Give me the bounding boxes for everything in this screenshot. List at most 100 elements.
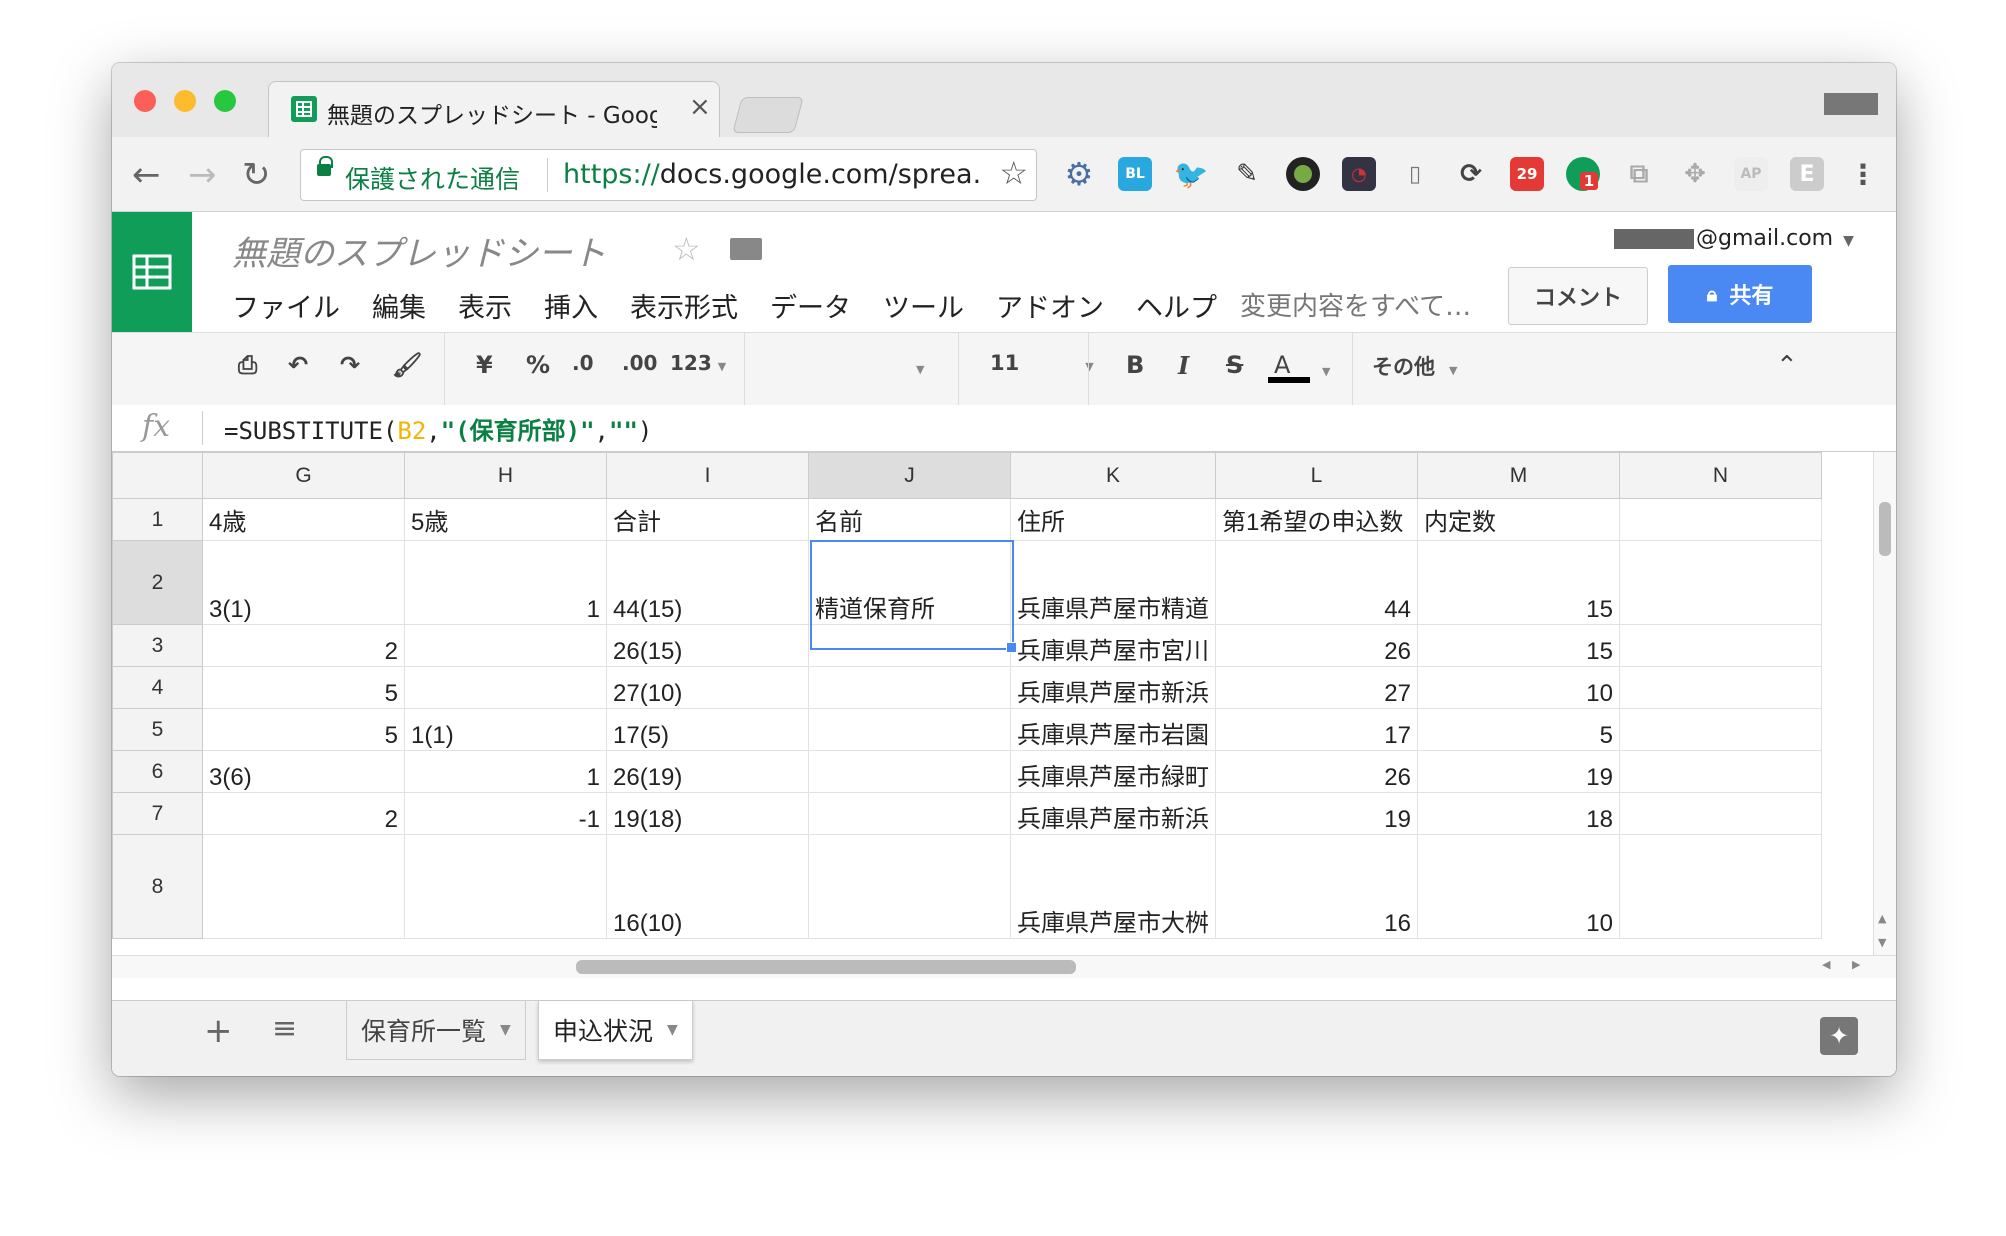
cell-j8[interactable] [808, 834, 1011, 939]
cell-m5[interactable]: 5 [1417, 708, 1620, 751]
cell-i4[interactable]: 27(10) [606, 666, 809, 709]
close-tab-icon[interactable]: × [689, 92, 711, 122]
cell-i1[interactable]: 合計 [606, 498, 809, 541]
scroll-down-icon[interactable]: ▼ [1878, 936, 1886, 949]
menu-insert[interactable]: 挿入 [544, 286, 598, 325]
cell-l8[interactable]: 16 [1215, 834, 1418, 939]
comments-button[interactable]: コメント [1508, 267, 1648, 325]
bold-button[interactable]: B [1126, 351, 1144, 379]
green-extension-icon[interactable]: 1 [1566, 157, 1600, 191]
column-header-j[interactable]: J [808, 452, 1011, 499]
cell-l2[interactable]: 44 [1215, 540, 1418, 625]
cell-g1[interactable]: 4歳 [202, 498, 405, 541]
more-toolbar-button[interactable]: その他 ▼ [1372, 351, 1457, 381]
cell-m6[interactable]: 19 [1417, 750, 1620, 793]
color-wheel-extension-icon[interactable] [1286, 157, 1320, 191]
menu-help[interactable]: ヘルプ [1136, 286, 1217, 325]
row-header[interactable]: 3 [112, 624, 203, 667]
select-all-corner[interactable] [112, 452, 203, 499]
cell-n5[interactable] [1619, 708, 1822, 751]
reload-icon[interactable]: ↻ [242, 155, 271, 195]
cell-g7[interactable]: 2 [202, 792, 405, 835]
cell-i6[interactable]: 26(19) [606, 750, 809, 793]
cell-h8[interactable] [404, 834, 607, 939]
cell-k4[interactable]: 兵庫県芦屋市新浜 [1010, 666, 1216, 709]
gear-extension-icon[interactable]: ⚙ [1062, 155, 1096, 193]
cell-l3[interactable]: 26 [1215, 624, 1418, 667]
more-formats-button[interactable]: 123 ▼ [670, 351, 726, 375]
chrome-menu-icon[interactable]: ⋮ [1846, 157, 1880, 191]
cell-j1[interactable]: 名前 [808, 498, 1011, 541]
column-header-l[interactable]: L [1215, 452, 1418, 499]
italic-button[interactable]: I [1178, 351, 1189, 380]
cell-l5[interactable]: 17 [1215, 708, 1418, 751]
menu-addons[interactable]: アドオン [996, 286, 1104, 325]
twitter-extension-icon[interactable]: 🐦 [1174, 157, 1209, 191]
currency-format-button[interactable]: ¥ [476, 351, 493, 379]
cell-j3[interactable] [808, 624, 1011, 667]
cell-l6[interactable]: 26 [1215, 750, 1418, 793]
cell-n7[interactable] [1619, 792, 1822, 835]
scroll-right-icon[interactable]: ▶ [1852, 958, 1860, 971]
share-button[interactable]: 🔒︎ 共有 [1668, 265, 1812, 323]
increase-decimal-button[interactable]: .00 [622, 351, 657, 375]
cell-l7[interactable]: 19 [1215, 792, 1418, 835]
redo-icon[interactable]: ↷ [340, 351, 360, 379]
eyedropper-extension-icon[interactable]: ✎ [1230, 157, 1264, 191]
forward-icon[interactable]: → [188, 155, 217, 195]
page-extension-icon[interactable]: ▯ [1398, 157, 1432, 191]
sheets-logo-icon[interactable] [112, 212, 192, 332]
rss-extension-icon[interactable]: ⧉ [1622, 157, 1656, 191]
cell-g3[interactable]: 2 [202, 624, 405, 667]
address-bar[interactable]: 保護された通信 https://docs.google.com/sprea...… [300, 149, 1037, 201]
cell-k3[interactable]: 兵庫県芦屋市宮川 [1010, 624, 1216, 667]
column-header-g[interactable]: G [202, 452, 405, 499]
row-header[interactable]: 2 [112, 540, 203, 625]
menu-tools[interactable]: ツール [883, 286, 964, 325]
cell-k6[interactable]: 兵庫県芦屋市緑町 [1010, 750, 1216, 793]
vertical-scrollbar[interactable]: ▲ ▼ [1873, 452, 1896, 978]
cell-n8[interactable] [1619, 834, 1822, 939]
row-header[interactable]: 7 [112, 792, 203, 835]
column-header-n[interactable]: N [1619, 452, 1822, 499]
sync-extension-icon[interactable]: ⟳ [1454, 157, 1488, 191]
all-changes-saved-link[interactable]: 変更内容をすべて… [1240, 286, 1471, 323]
cell-k8[interactable]: 兵庫県芦屋市大桝 [1010, 834, 1216, 939]
menu-format[interactable]: 表示形式 [630, 286, 738, 325]
add-sheet-icon[interactable]: + [204, 1011, 233, 1051]
browser-tab[interactable]: 無題のスプレッドシート - Google × [268, 81, 720, 138]
explore-icon[interactable]: ✦ [1820, 1017, 1858, 1055]
cell-g6[interactable]: 3(6) [202, 750, 405, 793]
chevron-down-icon[interactable]: ▼ [1322, 365, 1330, 378]
zoom-window-button[interactable] [214, 90, 236, 112]
account-email[interactable]: @gmail.com ▼ [1614, 226, 1854, 251]
cell-h2[interactable]: 1 [404, 540, 607, 625]
cell-m4[interactable]: 10 [1417, 666, 1620, 709]
cell-m1[interactable]: 内定数 [1417, 498, 1620, 541]
cell-n3[interactable] [1619, 624, 1822, 667]
cell-i7[interactable]: 19(18) [606, 792, 809, 835]
percent-format-button[interactable]: % [526, 351, 550, 379]
cell-k5[interactable]: 兵庫県芦屋市岩園 [1010, 708, 1216, 751]
cell-g5[interactable]: 5 [202, 708, 405, 751]
folder-icon[interactable] [730, 238, 762, 260]
calendar-extension-icon[interactable]: 29 [1510, 157, 1544, 191]
profile-button[interactable] [1824, 93, 1878, 115]
cell-j6[interactable] [808, 750, 1011, 793]
cell-i3[interactable]: 26(15) [606, 624, 809, 667]
bookmark-star-icon[interactable]: ☆ [999, 154, 1028, 192]
star-icon[interactable]: ☆ [672, 230, 701, 268]
cell-l1[interactable]: 第1希望の申込数 [1215, 498, 1418, 541]
cell-n4[interactable] [1619, 666, 1822, 709]
row-header[interactable]: 4 [112, 666, 203, 709]
cell-h4[interactable] [404, 666, 607, 709]
cell-h7[interactable]: -1 [404, 792, 607, 835]
cell-j5[interactable] [808, 708, 1011, 751]
collapse-toolbar-icon[interactable]: ⌃ [1776, 351, 1798, 381]
horizontal-scrollbar[interactable]: ◀ ▶ [112, 955, 1896, 978]
text-color-button[interactable]: A [1268, 351, 1310, 383]
cell-h5[interactable]: 1(1) [404, 708, 607, 751]
doc-title[interactable]: 無題のスプレッドシート [232, 226, 606, 275]
cell-m2[interactable]: 15 [1417, 540, 1620, 625]
menu-file[interactable]: ファイル [232, 286, 340, 325]
